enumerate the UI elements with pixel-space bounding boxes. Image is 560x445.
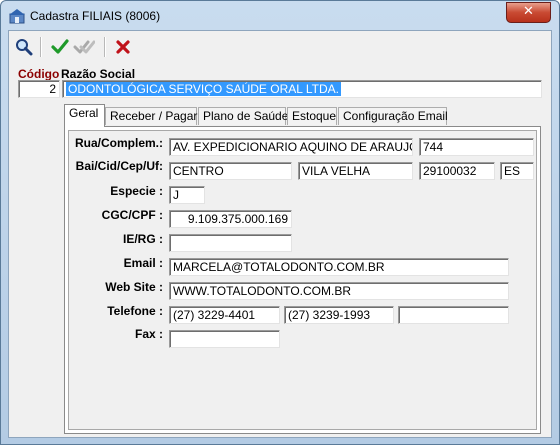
confirm-all-button[interactable] [73, 36, 95, 58]
telefone1-field[interactable]: (27) 3229-4401 [169, 306, 280, 324]
razao-social-field[interactable]: ODONTOLÓGICA SERVIÇO SAÚDE ORAL LTDA. [62, 80, 542, 98]
client-area: Código Razão Social 2 ODONTOLÓGICA SERVI… [8, 30, 552, 438]
search-icon [16, 39, 33, 56]
telefone2-field[interactable]: (27) 3239-1993 [284, 306, 394, 324]
telefone-label: Telefone : [107, 304, 163, 318]
bairro-field[interactable]: CENTRO [169, 162, 292, 180]
tab-plano-de-saude[interactable]: Plano de Saúde [198, 107, 288, 125]
uf-field[interactable]: ES [500, 162, 534, 180]
codigo-field[interactable]: 2 [18, 80, 60, 98]
fax-label: Fax : [134, 327, 163, 341]
tab-estoque[interactable]: Estoque [287, 107, 337, 125]
title-bar[interactable]: Cadastra FILIAIS (8006) ✕ [1, 1, 559, 29]
cancel-button[interactable] [112, 36, 134, 58]
confirm-check-icon [51, 39, 69, 54]
codigo-label: Código [18, 67, 60, 81]
toolbar [9, 31, 551, 61]
fax-field[interactable] [169, 330, 280, 348]
toolbar-separator [104, 37, 106, 57]
website-field[interactable]: WWW.TOTALODONTO.COM.BR [169, 282, 509, 300]
cancel-x-icon [116, 40, 130, 54]
email-field[interactable]: MARCELA@TOTALODONTO.COM.BR [169, 258, 509, 276]
search-button[interactable] [13, 36, 35, 58]
ie-rg-field[interactable] [169, 234, 292, 252]
especie-field[interactable]: J [169, 186, 205, 204]
cgc-cpf-field[interactable]: 9.109.375.000.169 [169, 210, 292, 228]
tab-receber-pagar[interactable]: Receber / Pagar [105, 107, 197, 125]
cgc-cpf-label: CGC/CPF : [101, 208, 163, 222]
rua-field[interactable]: AV. EXPEDICIONARIO AQUINO DE ARAUJO [169, 138, 413, 156]
tab-panel-geral: Rua/Complem.: AV. EXPEDICIONARIO AQUINO … [64, 126, 541, 434]
email-label: Email : [123, 256, 163, 270]
cep-field[interactable]: 29100032 [419, 162, 495, 180]
confirm-button[interactable] [49, 36, 71, 58]
ie-rg-label: IE/RG : [122, 232, 163, 246]
complemento-field[interactable]: 744 [419, 138, 534, 156]
tab-configuracao-email[interactable]: Configuração Email [338, 107, 448, 125]
telefone3-field[interactable] [398, 306, 509, 324]
razao-social-value: ODONTOLÓGICA SERVIÇO SAÚDE ORAL LTDA. [66, 82, 341, 96]
confirm-all-disabled-icon [73, 40, 95, 54]
bai-cid-cep-uf-label: Bai/Cid/Cep/Uf: [75, 159, 163, 173]
tab-geral[interactable]: Geral [64, 104, 105, 127]
website-label: Web Site : [105, 280, 163, 294]
close-button[interactable]: ✕ [506, 2, 551, 23]
app-icon [9, 9, 25, 24]
especie-label: Especie : [110, 184, 163, 198]
razao-social-label: Razão Social [61, 67, 136, 81]
rua-complem-label: Rua/Complem.: [74, 136, 163, 150]
cidade-field[interactable]: VILA VELHA [298, 162, 413, 180]
window-title: Cadastra FILIAIS (8006) [30, 9, 161, 23]
form-group: Rua/Complem.: AV. EXPEDICIONARIO AQUINO … [68, 130, 537, 430]
toolbar-separator [40, 37, 42, 57]
window: Cadastra FILIAIS (8006) ✕ Código Razão S… [0, 0, 560, 445]
